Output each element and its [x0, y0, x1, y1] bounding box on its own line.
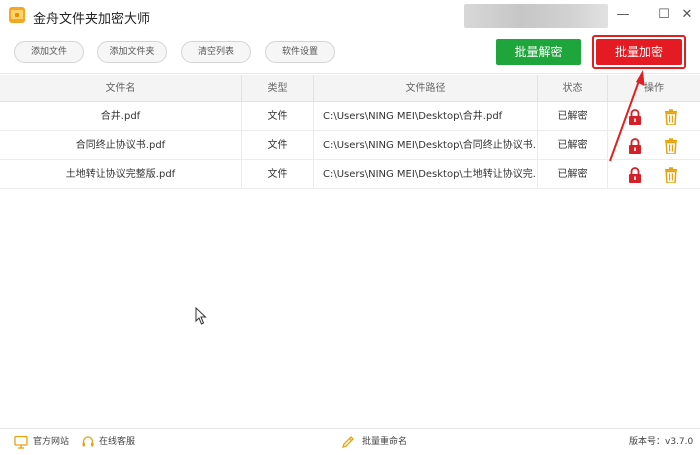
version-label: 版本号：v3.7.0: [629, 437, 694, 447]
mouse-cursor-icon: [195, 307, 207, 325]
row-path: C:\Users\NING MEI\Desktop\土地转让协议完...: [314, 160, 538, 189]
annotation-arrow-icon: [609, 70, 645, 162]
app-title: 金舟文件夹加密大师: [33, 12, 151, 27]
add-folder-button[interactable]: 添加文件夹: [97, 41, 167, 63]
trash-icon[interactable]: [664, 138, 678, 154]
folder-lock-icon: [9, 7, 25, 23]
table-row[interactable]: 合同终止协议书.pdf 文件 C:\Users\NING MEI\Desktop…: [0, 131, 700, 160]
account-area: [464, 4, 608, 28]
status-bar: 官方网站 在线客服 批量重命名 版本号：v3.7.0: [0, 428, 700, 455]
header-type[interactable]: 类型: [242, 75, 314, 102]
settings-button[interactable]: 软件设置: [265, 41, 335, 63]
table-row[interactable]: 土地转让协议完整版.pdf 文件 C:\Users\NING MEI\Deskt…: [0, 160, 700, 189]
header-status[interactable]: 状态: [538, 75, 608, 102]
lock-icon[interactable]: [628, 167, 642, 183]
row-filename: 土地转让协议完整版.pdf: [0, 160, 242, 189]
row-path: C:\Users\NING MEI\Desktop\合井.pdf: [314, 102, 538, 131]
add-file-button[interactable]: 添加文件: [14, 41, 84, 63]
clear-list-button[interactable]: 清空列表: [181, 41, 251, 63]
row-filename: 合同终止协议书.pdf: [0, 131, 242, 160]
trash-icon[interactable]: [664, 167, 678, 183]
toolbar: 添加文件 添加文件夹 清空列表 软件设置 批量解密 批量加密: [0, 32, 700, 74]
row-type: 文件: [242, 131, 314, 160]
batch-decrypt-button[interactable]: 批量解密: [496, 39, 581, 65]
table-header: 文件名 类型 文件路径 状态 操作: [0, 75, 700, 102]
close-button[interactable]: ✕: [678, 6, 696, 24]
website-link[interactable]: 官方网站: [33, 436, 69, 448]
rename-icon[interactable]: [341, 435, 355, 449]
row-filename: 合井.pdf: [0, 102, 242, 131]
maximize-button[interactable]: ☐: [655, 6, 673, 24]
monitor-icon[interactable]: [14, 435, 28, 449]
table-row[interactable]: 合井.pdf 文件 C:\Users\NING MEI\Desktop\合井.p…: [0, 102, 700, 131]
row-path: C:\Users\NING MEI\Desktop\合同终止协议书...: [314, 131, 538, 160]
header-path[interactable]: 文件路径: [314, 75, 538, 102]
row-status: 已解密: [538, 131, 608, 160]
row-status: 已解密: [538, 102, 608, 131]
headset-icon[interactable]: [81, 435, 95, 449]
row-type: 文件: [242, 160, 314, 189]
row-status: 已解密: [538, 160, 608, 189]
header-filename[interactable]: 文件名: [0, 75, 242, 102]
title-bar: 金舟文件夹加密大师 — ☐ ✕: [0, 0, 700, 32]
support-link[interactable]: 在线客服: [99, 436, 135, 448]
row-type: 文件: [242, 102, 314, 131]
trash-icon[interactable]: [664, 109, 678, 125]
batch-rename-link[interactable]: 批量重命名: [362, 436, 407, 448]
minimize-button[interactable]: —: [614, 6, 632, 24]
